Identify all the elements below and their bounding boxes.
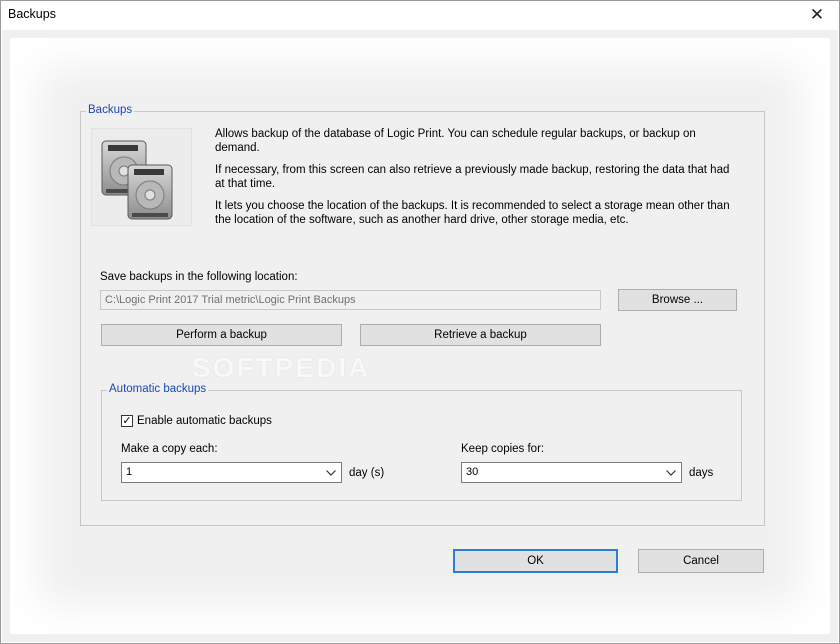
backups-window: Backups ✕ Backups Allows backup of the d… bbox=[0, 0, 840, 644]
ok-button[interactable]: OK bbox=[453, 549, 618, 573]
checkmark-icon: ✓ bbox=[122, 415, 132, 427]
enable-automatic-checkbox[interactable]: ✓ bbox=[121, 415, 133, 427]
keep-copies-combobox[interactable]: 30 bbox=[461, 462, 682, 483]
automatic-backups-group-title: Automatic backups bbox=[107, 383, 209, 395]
automatic-backups-groupbox: Automatic backups ✓ Enable automatic bac… bbox=[101, 383, 742, 501]
intro-paragraph-2: If necessary, from this screen can also … bbox=[215, 164, 730, 190]
copy-each-combobox[interactable]: 1 bbox=[121, 462, 342, 483]
perform-backup-button[interactable]: Perform a backup bbox=[101, 324, 342, 346]
window-title: Backups bbox=[8, 7, 56, 21]
copy-each-value: 1 bbox=[126, 466, 133, 478]
title-bar: Backups ✕ bbox=[1, 1, 839, 29]
intro-paragraph-1: Allows backup of the database of Logic P… bbox=[215, 128, 696, 154]
backup-location-field[interactable]: C:\Logic Print 2017 Trial metric\Logic P… bbox=[100, 290, 601, 310]
keep-copies-unit: days bbox=[689, 467, 714, 479]
copy-each-label: Make a copy each: bbox=[121, 443, 218, 455]
close-button[interactable]: ✕ bbox=[795, 1, 839, 29]
chevron-down-icon bbox=[664, 465, 678, 480]
keep-copies-label: Keep copies for: bbox=[461, 443, 545, 455]
hard-drives-icon bbox=[91, 128, 192, 226]
chevron-down-icon bbox=[324, 465, 338, 480]
copy-each-unit: day (s) bbox=[349, 467, 385, 479]
enable-automatic-label: Enable automatic backups bbox=[137, 415, 272, 427]
dialog-client-area: Backups Allows backup of the database of… bbox=[2, 30, 838, 642]
backups-group-title: Backups bbox=[86, 104, 135, 116]
save-location-label: Save backups in the following location: bbox=[100, 271, 298, 283]
keep-copies-value: 30 bbox=[466, 466, 479, 478]
softpedia-watermark: SOFTPEDIA bbox=[192, 352, 371, 383]
cancel-button[interactable]: Cancel bbox=[638, 549, 764, 573]
retrieve-backup-button[interactable]: Retrieve a backup bbox=[360, 324, 601, 346]
browse-button[interactable]: Browse ... bbox=[618, 289, 737, 311]
close-icon: ✕ bbox=[809, 5, 825, 24]
intro-paragraph-3: It lets you choose the location of the b… bbox=[215, 200, 730, 226]
backups-groupbox: Backups Allows backup of the database of… bbox=[80, 104, 765, 526]
